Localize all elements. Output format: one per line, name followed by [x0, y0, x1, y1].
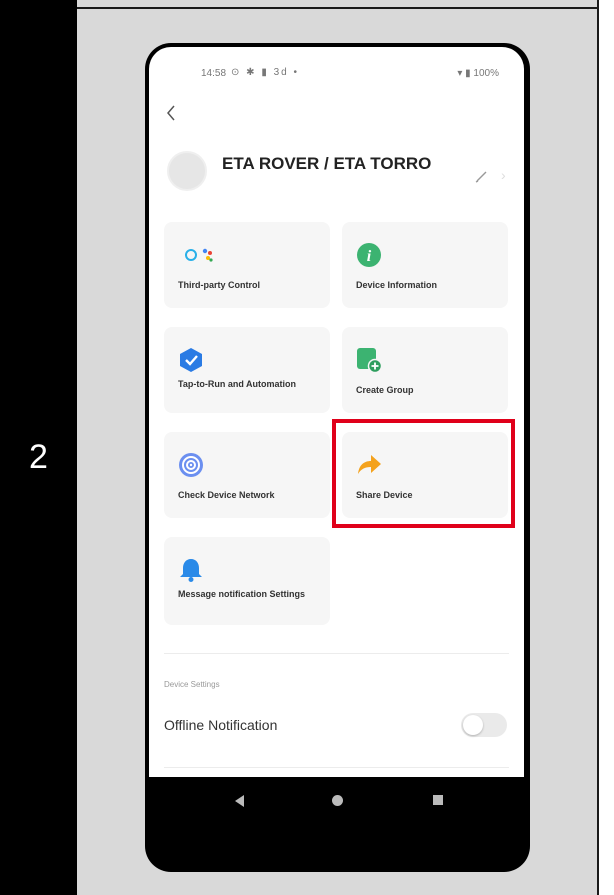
tile-label: Third-party Control	[178, 280, 260, 290]
tile-create-group[interactable]: Create Group	[342, 327, 508, 413]
tile-label: Create Group	[356, 385, 414, 395]
device-name: ETA ROVER / ETA TORRO	[222, 154, 432, 173]
section-label-device-settings: Device Settings	[164, 680, 220, 689]
section-label-general-settings: General Settings	[164, 797, 224, 806]
info-icon: i	[357, 243, 381, 267]
tile-device-information[interactable]: i Device Information	[342, 222, 508, 308]
tile-label: Device Information	[356, 280, 438, 290]
tile-check-device-network[interactable]: Check Device Network	[164, 432, 330, 518]
step-number: 2	[29, 438, 48, 476]
tile-label: Check Device Network	[178, 490, 275, 500]
tile-tap-to-run[interactable]: Tap-to-Run and Automation	[164, 327, 330, 413]
chevron-left-icon	[167, 105, 175, 121]
top-border	[77, 0, 597, 9]
automation-icon	[180, 348, 202, 372]
divider	[164, 653, 509, 654]
create-group-icon	[357, 348, 382, 373]
tile-message-notification[interactable]: Message notification Settings	[164, 537, 330, 625]
device-avatar	[167, 151, 207, 191]
toggle-knob	[463, 715, 483, 735]
edit-pencil-icon[interactable]	[475, 169, 489, 183]
offline-notification-toggle[interactable]	[461, 713, 507, 737]
tile-label: Message notification Settings	[178, 589, 306, 599]
svg-text:i: i	[367, 248, 372, 265]
status-bar: 14:58 ⊙ ✱ ▮ 3d • ▾ ▮ 100%	[149, 47, 524, 87]
network-icon	[179, 453, 203, 477]
step-column: 2	[0, 0, 77, 895]
back-button[interactable]	[166, 104, 176, 127]
divider	[164, 767, 509, 768]
offline-notification-label: Offline Notification	[164, 717, 278, 733]
right-column	[597, 0, 614, 895]
alexa-google-icon	[185, 248, 213, 262]
tile-label: Tap-to-Run and Automation	[178, 379, 296, 389]
battery-indicator: ▾ ▮ 100%	[457, 68, 499, 79]
status-time: 14:58	[201, 68, 227, 79]
bell-icon	[180, 559, 202, 582]
status-icons: ⊙ ✱ ▮ 3d •	[231, 67, 299, 78]
tile-third-party-control[interactable]: Third-party Control	[164, 222, 330, 308]
chevron-right-icon[interactable]: ›	[501, 167, 506, 183]
highlight-box-share-device	[332, 419, 515, 528]
